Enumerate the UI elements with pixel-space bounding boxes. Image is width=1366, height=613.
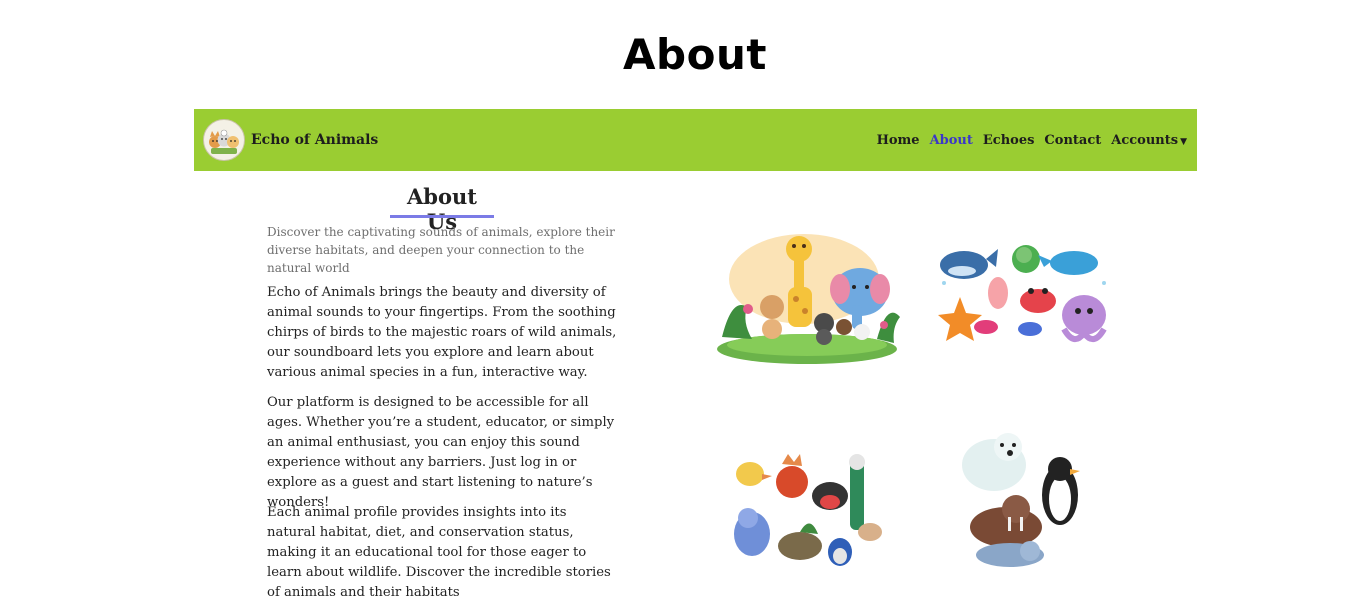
sea-animals-illustration	[934, 237, 1112, 355]
nav-accounts-dropdown[interactable]: Accounts ▼	[1111, 133, 1187, 148]
nav-home[interactable]: Home	[877, 133, 920, 148]
nav-accounts-label: Accounts	[1111, 132, 1179, 148]
site-frame: Echo of Animals Home About Echoes Contac…	[194, 109, 1197, 613]
brand-link[interactable]: Echo of Animals	[203, 119, 378, 161]
brand-name: Echo of Animals	[251, 132, 379, 148]
jungle-animals-illustration	[712, 227, 902, 367]
about-paragraph-2: Our platform is designed to be accessibl…	[267, 395, 615, 511]
navbar: Echo of Animals Home About Echoes Contac…	[194, 109, 1197, 171]
caret-down-icon: ▼	[1180, 136, 1187, 147]
about-subtitle: Discover the captivating sounds of anima…	[267, 225, 615, 275]
nav-echoes[interactable]: Echoes	[983, 133, 1035, 148]
nav-links: Home About Echoes Contact Accounts ▼	[867, 109, 1187, 171]
title-underline	[390, 215, 494, 218]
birds-illustration	[730, 452, 888, 572]
nav-contact[interactable]: Contact	[1044, 133, 1101, 148]
polar-animals-illustration	[958, 429, 1086, 573]
about-paragraph-1: Echo of Animals brings the beauty and di…	[267, 285, 617, 381]
brand-logo-icon	[203, 119, 245, 161]
about-paragraph-3: Each animal profile provides insights in…	[267, 505, 611, 601]
nav-about[interactable]: About	[930, 133, 973, 148]
page-heading: About	[623, 30, 767, 79]
